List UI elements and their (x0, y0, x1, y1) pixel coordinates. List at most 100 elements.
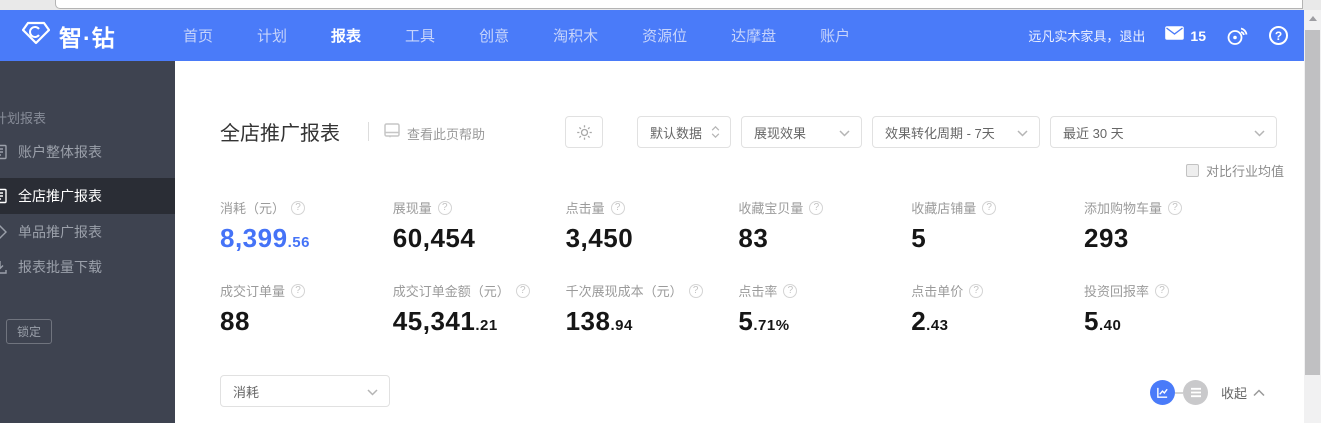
logo[interactable]: 智·钻 (21, 10, 116, 61)
metric-value: 60,454 (392, 223, 476, 253)
nav-item-report[interactable]: 报表 (331, 25, 361, 46)
logo-text: 智·钻 (59, 24, 116, 51)
sidebar: 计划报表 账户整体报表 全店推广报表 单品推广报表 报表批量下载 锁定 (0, 61, 175, 423)
nav-item-taojimu[interactable]: 淘积木 (553, 25, 598, 46)
metric-value: 2.43 (911, 306, 949, 336)
effect-select[interactable]: 展现效果 (741, 116, 862, 148)
nav-item-tools[interactable]: 工具 (405, 25, 435, 46)
mail-count-badge: 15 (1190, 27, 1206, 44)
checkbox-icon[interactable] (1186, 164, 1199, 177)
help-page-icon (384, 123, 400, 143)
question-circle-icon[interactable] (437, 200, 452, 215)
sidebar-item-batch-download[interactable]: 报表批量下载 (0, 249, 175, 285)
line-chart-view-button[interactable] (1150, 380, 1175, 405)
metric-order-amount: 成交订单金额（元） 45,341.21 (393, 281, 566, 337)
conversion-period-select[interactable]: 效果转化周期 - 7天 (872, 116, 1040, 148)
metric-value: 3,450 (565, 223, 634, 253)
weibo-icon[interactable] (1226, 26, 1249, 45)
mail-button[interactable]: 15 (1165, 26, 1206, 45)
nav-item-plan[interactable]: 计划 (257, 25, 287, 46)
metric-value: 5.40 (1083, 306, 1122, 336)
collapse-toggle[interactable]: 收起 (1221, 383, 1265, 402)
nav-menu: 首页 计划 报表 工具 创意 淘积木 资源位 达摩盘 账户 (183, 10, 850, 61)
metric-label: 点击量 (565, 201, 605, 216)
question-circle-icon[interactable] (291, 283, 306, 298)
question-circle-icon[interactable] (1168, 200, 1182, 215)
title-divider (368, 122, 369, 141)
nav-item-damopan[interactable]: 达摩盘 (731, 25, 776, 46)
metric-label: 消耗（元） (220, 201, 286, 216)
metric-value: 5 (911, 223, 927, 253)
sidebar-item-label: 单品推广报表 (18, 224, 102, 240)
browser-chrome-box (55, 0, 1303, 9)
chart-metric-select[interactable]: 消耗 (220, 375, 390, 407)
nav-item-account[interactable]: 账户 (820, 25, 850, 46)
nav-item-creative[interactable]: 创意 (479, 25, 509, 46)
question-circle-icon[interactable] (515, 283, 530, 298)
question-circle-icon[interactable] (783, 283, 798, 298)
tag-icon (0, 224, 8, 243)
metric-value: 138.94 (565, 306, 633, 336)
metric-cost: 消耗（元） 8,399.56 (220, 198, 393, 254)
metrics-row-2: 成交订单量 88 成交订单金额（元） 45,341.21 千次展现成本（元） 1… (220, 281, 1257, 337)
compare-industry-checkbox[interactable]: 对比行业均值 (1186, 161, 1284, 180)
question-circle-icon[interactable] (969, 283, 984, 298)
sidebar-item-item-report[interactable]: 单品推广报表 (0, 214, 175, 250)
metric-label: 千次展现成本（元） (565, 284, 683, 299)
user-logout-link[interactable]: 远凡实木家具，退出 (1028, 26, 1145, 45)
nav-item-resource[interactable]: 资源位 (642, 25, 687, 46)
sidebar-item-store-report[interactable]: 全店推广报表 (0, 178, 175, 214)
question-circle-icon[interactable] (610, 200, 625, 215)
metric-orders: 成交订单量 88 (220, 281, 393, 337)
metric-item-favorites: 收藏宝贝量 83 (738, 198, 911, 254)
page-title: 全店推广报表 (220, 123, 340, 145)
chevron-down-icon (1254, 125, 1265, 140)
metric-value: 88 (220, 306, 250, 336)
metrics-row-1: 消耗（元） 8,399.56 展现量 60,454 点击量 3,450 收藏宝贝… (220, 198, 1257, 254)
metric-label: 投资回报率 (1083, 284, 1149, 299)
sidebar-item-label: 报表批量下载 (18, 259, 102, 275)
settings-gear-button[interactable] (565, 116, 603, 148)
collapse-label: 收起 (1221, 386, 1248, 401)
metric-ctr: 点击率 5.71% (738, 281, 911, 337)
metric-roi: 投资回报率 5.40 (1084, 281, 1257, 337)
data-mode-select-value: 默认数据 (650, 125, 703, 141)
metric-impressions: 展现量 60,454 (393, 198, 566, 254)
metric-value: 83 (738, 223, 769, 253)
browser-chrome-strip (0, 0, 1321, 10)
scrollbar-thumb[interactable] (1305, 30, 1320, 375)
scrollbar-up-arrow-icon[interactable] (1304, 10, 1321, 27)
report-doc-icon (0, 188, 8, 207)
page-help-link[interactable]: 查看此页帮助 (384, 123, 485, 143)
metric-value: 5.71% (738, 306, 790, 336)
effect-select-value: 展现效果 (754, 125, 807, 141)
question-circle-icon[interactable] (982, 200, 997, 215)
question-circle-icon[interactable] (291, 200, 306, 215)
conversion-period-select-value: 效果转化周期 - 7天 (885, 125, 995, 141)
diamond-logo-icon (21, 21, 51, 50)
envelope-icon (1165, 26, 1185, 45)
help-icon[interactable]: ? (1269, 26, 1288, 45)
sidebar-item-label: 全店推广报表 (18, 188, 102, 204)
metric-cart-adds: 添加购物车量 293 (1084, 198, 1257, 254)
lock-button[interactable]: 锁定 (6, 319, 53, 344)
chevron-down-icon (839, 125, 850, 140)
metric-cpc: 点击单价 2.43 (911, 281, 1084, 337)
metric-label: 点击单价 (911, 284, 964, 299)
chart-view-controls: 收起 (1150, 380, 1265, 405)
table-view-button[interactable] (1183, 380, 1208, 405)
sidebar-item-account-report[interactable]: 账户整体报表 (0, 134, 175, 170)
sidebar-section-label: 计划报表 (0, 111, 47, 126)
question-circle-icon[interactable] (1155, 283, 1169, 298)
download-icon (0, 259, 8, 278)
browser-scrollbar[interactable] (1304, 10, 1321, 423)
metric-shop-favorites: 收藏店铺量 5 (911, 198, 1084, 254)
page: 智·钻 首页 计划 报表 工具 创意 淘积木 资源位 达摩盘 账户 远凡实木家具… (0, 0, 1321, 423)
question-circle-icon[interactable] (809, 200, 824, 215)
question-circle-icon[interactable] (688, 283, 703, 298)
chevron-up-icon (1253, 384, 1265, 402)
date-range-select[interactable]: 最近 30 天 (1050, 116, 1277, 148)
metric-value: 45,341.21 (392, 306, 498, 336)
data-mode-select[interactable]: 默认数据 (637, 116, 731, 148)
nav-item-home[interactable]: 首页 (183, 25, 213, 46)
